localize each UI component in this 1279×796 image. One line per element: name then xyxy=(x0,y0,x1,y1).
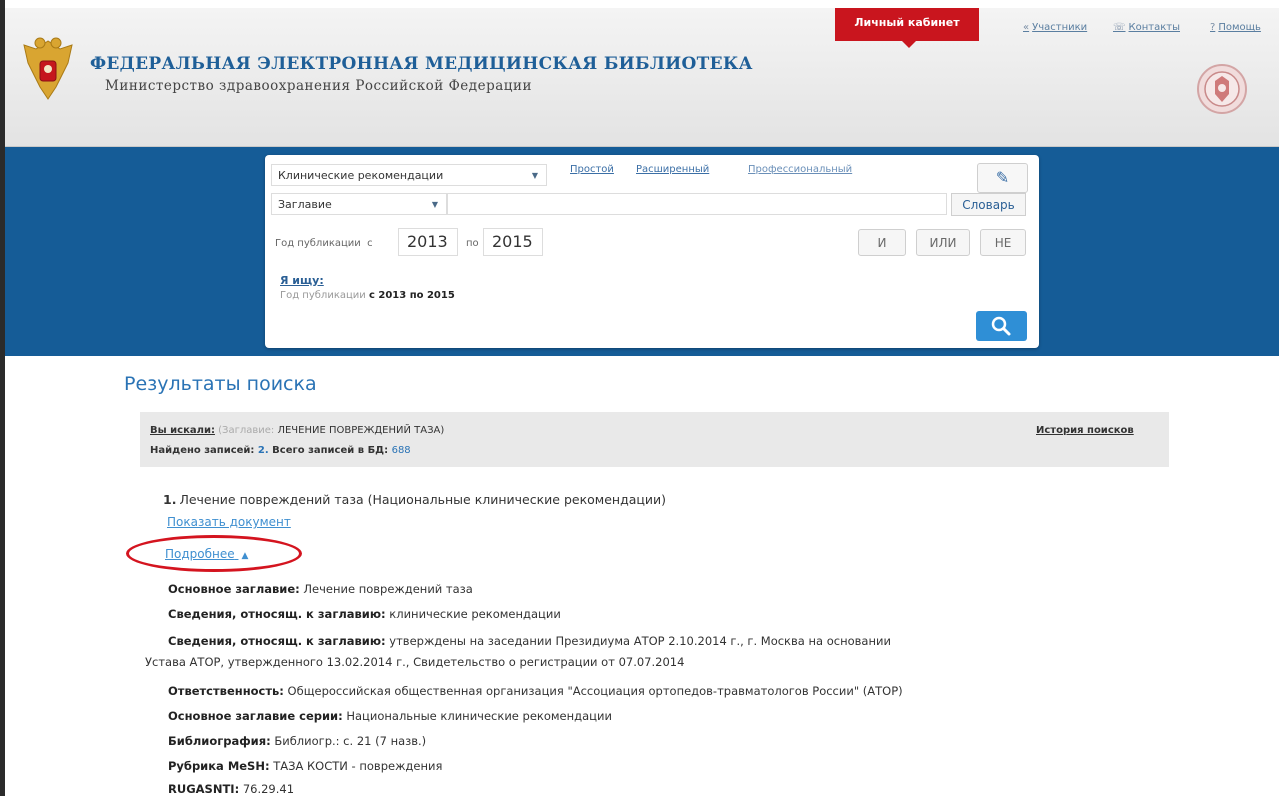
record-title: 1. Лечение повреждений таза (Национальные… xyxy=(163,492,666,507)
publication-year-label-text: Год публикации xyxy=(275,238,361,249)
participants-link[interactable]: «Участники xyxy=(1023,22,1087,33)
help-link-label: Помощь xyxy=(1218,22,1261,33)
mode-simple-link[interactable]: Простой xyxy=(570,164,614,175)
contacts-link-label: Контакты xyxy=(1128,22,1180,33)
record-title-text: Лечение повреждений таза (Национальные к… xyxy=(179,492,667,507)
detail-row: Рубрика MeSH: ТАЗА КОСТИ - повреждения xyxy=(168,759,442,773)
searched-value: ЛЕЧЕНИЕ ПОВРЕЖДЕНИЙ ТАЗА) xyxy=(277,425,445,436)
i-seek-value: с 2013 по 2015 xyxy=(368,290,455,301)
ministry-seal-icon xyxy=(1197,64,1247,114)
detail-row: Сведения, относящ. к заглавию: утвержден… xyxy=(168,634,891,648)
detail-value: Лечение повреждений таза xyxy=(303,582,473,596)
detail-label: RUGASNTI: xyxy=(168,782,240,796)
detail-label: Основное заглавие серии: xyxy=(168,709,343,723)
detail-label: Сведения, относящ. к заглавию: xyxy=(168,634,386,648)
found-label: Найдено записей: xyxy=(150,445,255,456)
publication-year-label: Год публикации с xyxy=(275,238,373,249)
site-subtitle: Министерство здравоохранения Российской … xyxy=(105,78,532,94)
detail-row: Библиография: Библиогр.: с. 21 (7 назв.) xyxy=(168,734,426,748)
phone-icon: ☏ xyxy=(1113,22,1126,33)
detail-value: Библиогр.: с. 21 (7 назв.) xyxy=(274,734,427,748)
arrows-icon: « xyxy=(1023,22,1030,33)
record-number: 1. xyxy=(163,492,177,507)
participants-link-label: Участники xyxy=(1032,22,1088,33)
detail-row: Основное заглавие серии: Национальные кл… xyxy=(168,709,612,723)
i-seek-summary: Год публикации с 2013 по 2015 xyxy=(280,290,455,301)
detail-row: Ответственность: Общероссийская обществе… xyxy=(168,684,903,698)
chevron-down-icon: ▼ xyxy=(431,200,438,209)
collection-select[interactable]: Клинические рекомендации ▼ xyxy=(271,164,547,186)
detail-label: Ответственность: xyxy=(168,684,284,698)
detail-value: Национальные клинические рекомендации xyxy=(346,709,612,723)
highlight-oval xyxy=(126,535,302,572)
dictionary-button[interactable]: Словарь xyxy=(951,193,1026,216)
search-query-input[interactable] xyxy=(447,193,947,215)
help-link[interactable]: ? Помощь xyxy=(1210,22,1261,33)
detail-row-continuation: Устава АТОР, утвержденного 13.02.2014 г.… xyxy=(145,655,685,669)
year-from-prefix: с xyxy=(367,238,373,249)
mode-professional-link[interactable]: Профессиональный xyxy=(748,164,852,175)
i-seek-field: Год публикации xyxy=(280,290,366,301)
year-to-input[interactable]: 2015 xyxy=(483,228,543,256)
detail-label: Рубрика MeSH: xyxy=(168,759,270,773)
personal-cabinet-button[interactable]: Личный кабинет xyxy=(835,8,979,48)
and-operator-button[interactable]: И xyxy=(858,229,906,256)
total-label: Всего записей в БД: xyxy=(272,445,389,456)
question-icon: ? xyxy=(1210,22,1216,33)
found-count-line: Найдено записей: 2. Всего записей в БД: … xyxy=(150,445,411,456)
searched-field: (Заглавие: xyxy=(218,425,275,436)
eraser-icon[interactable]: ✎ xyxy=(977,163,1028,193)
searched-query: Вы искали: (Заглавие: ЛЕЧЕНИЕ ПОВРЕЖДЕНИ… xyxy=(150,425,444,436)
search-icon xyxy=(991,316,1011,336)
chevron-down-icon: ▼ xyxy=(531,171,538,180)
coat-of-arms-icon[interactable] xyxy=(20,35,76,107)
or-operator-button[interactable]: ИЛИ xyxy=(916,229,970,256)
collection-select-value: Клинические рекомендации xyxy=(278,169,444,182)
year-to-prefix: по xyxy=(466,238,479,249)
searched-label[interactable]: Вы искали: xyxy=(150,425,215,436)
detail-value: 76.29.41 xyxy=(242,782,295,796)
found-count: 2. xyxy=(257,445,269,456)
detail-value: утверждены на заседании Президиума АТОР … xyxy=(389,634,891,648)
top-margin xyxy=(0,0,1279,8)
mode-extended-link[interactable]: Расширенный xyxy=(636,164,709,175)
search-button[interactable] xyxy=(976,311,1027,341)
search-info-bar xyxy=(140,412,1169,467)
i-seek-label[interactable]: Я ищу: xyxy=(280,274,324,287)
total-count: 688 xyxy=(391,445,411,456)
detail-value: Общероссийская общественная организация … xyxy=(287,684,903,698)
site-title[interactable]: ФЕДЕРАЛЬНАЯ ЭЛЕКТРОННАЯ МЕДИЦИНСКАЯ БИБЛ… xyxy=(90,54,753,74)
detail-row: Основное заглавие: Лечение повреждений т… xyxy=(168,582,473,596)
field-select-value: Заглавие xyxy=(278,198,332,211)
detail-label: Библиография: xyxy=(168,734,271,748)
show-document-link[interactable]: Показать документ xyxy=(167,515,291,529)
detail-row: Сведения, относящ. к заглавию: клиническ… xyxy=(168,607,561,621)
detail-label: Основное заглавие: xyxy=(168,582,300,596)
field-select[interactable]: Заглавие ▼ xyxy=(271,193,447,215)
detail-value: ТАЗА КОСТИ - повреждения xyxy=(273,759,443,773)
detail-label: Сведения, относящ. к заглавию: xyxy=(168,607,386,621)
detail-value: клинические рекомендации xyxy=(389,607,561,621)
not-operator-button[interactable]: НЕ xyxy=(980,229,1026,256)
search-history-link[interactable]: История поисков xyxy=(1036,425,1134,436)
year-from-input[interactable]: 2013 xyxy=(398,228,458,256)
contacts-link[interactable]: ☏ Контакты xyxy=(1113,22,1180,33)
results-title: Результаты поиска xyxy=(124,373,317,395)
detail-row: RUGASNTI: 76.29.41 xyxy=(168,782,294,796)
